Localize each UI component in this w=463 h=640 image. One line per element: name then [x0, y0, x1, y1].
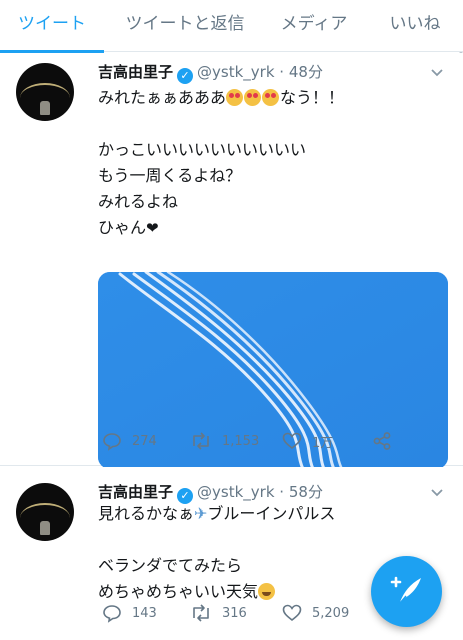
profile-tabs: ツイート ツイートと返信 メディア いいね: [0, 0, 463, 53]
tweet-line: みれるよね: [98, 192, 179, 211]
tweet-actions: 274 1,153 1万: [98, 429, 448, 453]
reply-count: 274: [132, 433, 157, 449]
user-handle[interactable]: @ystk_yrk: [197, 483, 275, 501]
tab-likes[interactable]: いいね: [370, 0, 460, 52]
tweet-line: みれたぁぁあああ なう！！: [98, 85, 448, 111]
tab-tweets-and-replies[interactable]: ツイートと返信: [110, 0, 260, 52]
tab-tweets[interactable]: ツイート: [0, 0, 104, 53]
tab-media-label: メディア: [280, 14, 348, 34]
tweet-line: かっこいいいいいいいいいい: [98, 140, 307, 159]
retweet-button[interactable]: 316: [190, 601, 247, 625]
heart-eyes-emoji-icon: [244, 89, 262, 106]
heart-icon: [282, 604, 302, 622]
separator-dot: ·: [279, 63, 285, 81]
heart-emoji-icon: ❤: [146, 219, 159, 237]
tab-media[interactable]: メディア: [268, 0, 360, 52]
heart-eyes-emoji-icon: [262, 89, 280, 106]
verified-badge-icon: ✓: [177, 68, 194, 84]
like-button[interactable]: 1万: [282, 429, 333, 453]
airplane-emoji-icon: ✈: [194, 504, 208, 523]
chevron-down-icon[interactable]: [429, 65, 445, 81]
tab-likes-label: いいね: [389, 14, 441, 34]
tweet-line-text: ひゃん: [98, 218, 147, 237]
display-name[interactable]: 吉高由里子: [98, 483, 173, 501]
compose-tweet-button[interactable]: [371, 556, 442, 627]
tweet-line-text: ブルーインパルス: [207, 504, 336, 523]
tweet-line: ひゃん❤: [98, 215, 448, 241]
retweet-icon: [193, 432, 209, 450]
avatar[interactable]: [16, 483, 74, 541]
tweet-line: 見れるかなぁ✈ブルーインパルス: [98, 501, 448, 527]
tweet-line-text: 見れるかなぁ: [98, 504, 195, 523]
tweet-time[interactable]: 48分: [289, 63, 323, 81]
user-handle[interactable]: @ystk_yrk: [197, 63, 275, 81]
reply-icon: [103, 433, 121, 451]
tweet-header: 吉高由里子 ✓ @ystk_yrk · 48分: [98, 61, 323, 84]
tab-tweets-label: ツイート: [18, 14, 86, 34]
separator-dot: ·: [279, 483, 285, 501]
like-count: 5,209: [312, 605, 350, 621]
share-icon: [373, 432, 391, 450]
tweet-time[interactable]: 58分: [289, 483, 323, 501]
heart-icon: [282, 432, 302, 450]
tweet-line: もう一周くるよね？: [98, 166, 242, 185]
reply-button[interactable]: 274: [102, 429, 157, 453]
grinning-emoji-icon: [258, 583, 276, 600]
tweet-line-text: なう！！: [280, 88, 345, 107]
tweet-header: 吉高由里子 ✓ @ystk_yrk · 58分: [98, 481, 323, 504]
reply-button[interactable]: 143: [102, 601, 157, 625]
tweet-line-text: みれたぁぁあああ: [98, 88, 227, 107]
display-name[interactable]: 吉高由里子: [98, 63, 173, 81]
retweet-button[interactable]: 1,153: [190, 429, 259, 453]
like-button[interactable]: 5,209: [282, 601, 349, 625]
share-button[interactable]: [372, 429, 392, 453]
retweet-count: 316: [222, 605, 247, 621]
retweet-count: 1,153: [222, 433, 260, 449]
avatar[interactable]: [16, 63, 74, 121]
tab-tweets-and-replies-label: ツイートと返信: [125, 14, 245, 34]
tweet-card[interactable]: 吉高由里子 ✓ @ystk_yrk · 48分 みれたぁぁあああ なう！！ かっこいい…: [0, 53, 463, 469]
compose-tweet-icon: [390, 576, 421, 604]
avatar-figure: [40, 101, 50, 115]
retweet-icon: [193, 604, 209, 622]
tweet-line-text: めちゃめちゃいい天気: [98, 582, 259, 601]
reply-count: 143: [132, 605, 157, 621]
like-count: 1万: [312, 435, 334, 451]
heart-eyes-emoji-icon: [226, 89, 244, 106]
reply-icon: [103, 605, 121, 623]
avatar-figure: [40, 521, 50, 535]
chevron-down-icon[interactable]: [429, 485, 445, 501]
tweet-text: みれたぁぁあああ なう！！ かっこいいいいいいいいいい もう一周くるよね？ みれる…: [98, 85, 448, 241]
